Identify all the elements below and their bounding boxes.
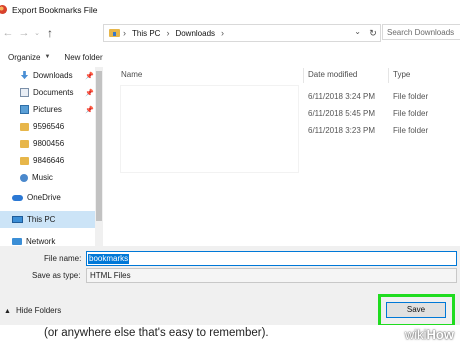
nav-item-onedrive[interactable]: OneDrive xyxy=(12,189,103,206)
refresh-icon[interactable]: ↻ xyxy=(366,24,381,42)
caption-text: (or anywhere else that's easy to remembe… xyxy=(44,327,269,339)
navigation-pane: Downloads 📌 Documents 📌 Pictures 📌 95965… xyxy=(0,67,103,246)
title-bar: Export Bookmarks File xyxy=(0,0,460,19)
nav-item-label: 9596546 xyxy=(33,122,65,131)
address-bar[interactable]: › This PC › Downloads › ⌄ xyxy=(103,24,368,42)
downloads-folder-icon xyxy=(109,29,120,37)
organize-button[interactable]: Organize xyxy=(8,53,40,62)
pin-icon[interactable]: 📌 xyxy=(85,89,94,97)
file-list: ^ Name Date modified Type 6/11/2018 3:24… xyxy=(103,67,460,246)
music-icon xyxy=(20,173,28,182)
breadcrumb-separator-icon[interactable]: › xyxy=(123,28,126,38)
chevron-up-icon: ▲ xyxy=(4,308,11,315)
nav-item-label: Downloads xyxy=(33,71,73,80)
column-divider[interactable] xyxy=(303,68,304,83)
nav-item-label: Documents xyxy=(33,88,74,97)
save-highlight-box: Save xyxy=(378,294,455,327)
save-button[interactable]: Save xyxy=(386,302,446,318)
row-date[interactable]: 6/11/2018 3:23 PM xyxy=(308,126,375,135)
row-date[interactable]: 6/11/2018 5:45 PM xyxy=(308,109,375,118)
command-toolbar: Organize ▼ New folder xyxy=(0,47,460,68)
nav-item-downloads[interactable]: Downloads 📌 xyxy=(20,67,103,84)
firefox-icon xyxy=(0,5,7,14)
nav-item-label: Pictures xyxy=(33,105,62,114)
breadcrumb-separator-icon[interactable]: › xyxy=(221,28,224,38)
redacted-names-area xyxy=(121,86,298,172)
scrollbar-thumb[interactable] xyxy=(96,71,102,221)
window-title: Export Bookmarks File xyxy=(12,4,98,15)
breadcrumb-downloads[interactable]: Downloads xyxy=(175,29,215,38)
row-type[interactable]: File folder xyxy=(393,92,428,101)
hide-folders-label: Hide Folders xyxy=(15,306,62,315)
up-arrow-icon[interactable]: ↑ xyxy=(42,26,58,40)
row-type[interactable]: File folder xyxy=(393,126,428,135)
pin-icon[interactable]: 📌 xyxy=(85,72,94,80)
row-type[interactable]: File folder xyxy=(393,109,428,118)
address-row: ← → ⌄ ↑ › This PC › Downloads › ⌄ ↻ Sear… xyxy=(0,19,460,47)
pin-icon[interactable]: 📌 xyxy=(85,106,94,114)
folder-icon xyxy=(20,139,29,148)
caption-strip: (or anywhere else that's easy to remembe… xyxy=(0,325,460,345)
breadcrumb-separator-icon[interactable]: › xyxy=(166,28,169,38)
filename-label: File name: xyxy=(44,254,82,263)
address-dropdown-icon[interactable]: ⌄ xyxy=(354,27,361,36)
filename-input[interactable]: bookmarks xyxy=(86,251,457,266)
save-fields: File name: bookmarks Save as type: HTML … xyxy=(0,246,460,290)
recent-dropdown-icon[interactable]: ⌄ xyxy=(32,29,42,37)
new-folder-button[interactable]: New folder xyxy=(64,53,102,62)
dialog-footer: ▲ Hide Folders Save xyxy=(0,290,460,327)
row-date[interactable]: 6/11/2018 3:24 PM xyxy=(308,92,375,101)
document-icon xyxy=(20,88,29,97)
nav-item-9800456[interactable]: 9800456 xyxy=(20,135,103,152)
sort-caret-icon: ^ xyxy=(207,67,211,71)
saveas-type-select[interactable]: HTML Files xyxy=(86,268,457,283)
nav-item-documents[interactable]: Documents 📌 xyxy=(20,84,103,101)
nav-item-label: Network xyxy=(26,237,56,246)
nav-item-label: 9800456 xyxy=(33,139,65,148)
nav-item-music[interactable]: Music xyxy=(20,169,103,186)
nav-item-label: OneDrive xyxy=(27,193,61,202)
pc-icon xyxy=(12,216,23,223)
folder-icon xyxy=(20,156,29,165)
nav-scrollbar[interactable] xyxy=(95,67,103,246)
nav-item-label: 9846646 xyxy=(33,156,65,165)
hide-folders-button[interactable]: ▲ Hide Folders xyxy=(4,306,61,315)
column-header-type[interactable]: Type xyxy=(393,70,410,79)
nav-item-label: This PC xyxy=(27,215,56,224)
network-icon xyxy=(12,238,22,245)
wikihow-logo: wikiHow xyxy=(404,327,454,342)
nav-item-label: Music xyxy=(32,173,53,182)
pictures-icon xyxy=(20,105,29,114)
column-header-date[interactable]: Date modified xyxy=(308,70,357,79)
filename-value[interactable]: bookmarks xyxy=(88,254,130,264)
forward-arrow-icon[interactable]: → xyxy=(16,27,32,39)
nav-item-network[interactable]: Network xyxy=(12,233,103,246)
saveas-label: Save as type: xyxy=(32,271,81,280)
nav-item-pictures[interactable]: Pictures 📌 xyxy=(20,101,103,118)
nav-item-this-pc[interactable]: This PC xyxy=(0,211,95,228)
column-header-name[interactable]: Name xyxy=(121,70,142,79)
column-divider[interactable] xyxy=(388,68,389,83)
search-input[interactable]: Search Downloads xyxy=(382,24,460,40)
nav-item-9596546[interactable]: 9596546 xyxy=(20,118,103,135)
chevron-down-icon[interactable]: ▼ xyxy=(44,54,50,60)
onedrive-icon xyxy=(12,194,23,201)
back-arrow-icon[interactable]: ← xyxy=(0,27,16,39)
folder-icon xyxy=(20,122,29,131)
breadcrumb-this-pc[interactable]: This PC xyxy=(132,29,160,38)
nav-item-9846646[interactable]: 9846646 xyxy=(20,152,103,169)
download-icon xyxy=(20,71,29,80)
